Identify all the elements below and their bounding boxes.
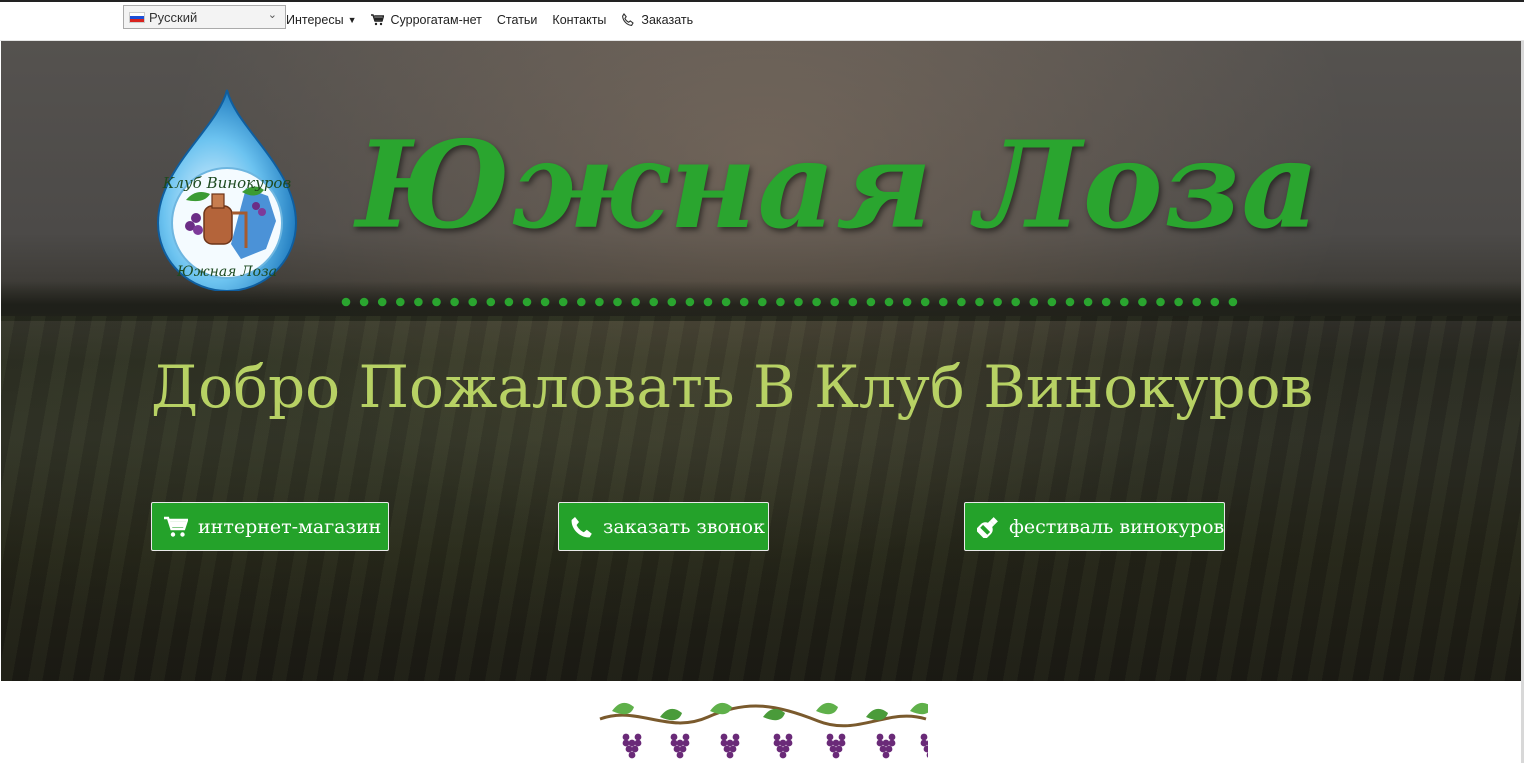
divider-dot [1120, 297, 1129, 307]
online-shop-button[interactable]: интернет-магазин [151, 502, 389, 551]
nav-item-label: Заказать [641, 13, 694, 27]
divider-dot [1047, 297, 1057, 307]
divider-dot [486, 297, 496, 307]
dotted-divider [341, 297, 1238, 307]
vine-leaf [910, 702, 928, 715]
nav-item-label: Интересы [286, 13, 344, 27]
divider-dot [721, 297, 731, 307]
divider-dot [902, 297, 912, 307]
divider-dot [939, 297, 948, 307]
divider-dot [1174, 297, 1183, 307]
nav-item-order[interactable]: Заказать [621, 13, 693, 27]
divider-dot [1138, 297, 1147, 307]
phone-icon [621, 13, 635, 27]
divider-dot [396, 297, 405, 307]
grape-cluster [720, 733, 740, 759]
divider-dot [1065, 297, 1075, 307]
divider-dot [848, 297, 858, 307]
divider-dot [1029, 297, 1039, 307]
divider-dot [667, 297, 677, 307]
divider-dot [703, 297, 713, 307]
divider-dot [522, 297, 532, 307]
welcome-heading: Добро Пожаловать В Клуб Винокуров [151, 353, 1314, 421]
wine-bottle-icon [977, 516, 999, 538]
divider-dot [830, 297, 839, 307]
order-call-label: заказать звонок [603, 515, 765, 538]
chevron-down-icon: ⌄ [267, 9, 277, 21]
divider-dot [993, 297, 1002, 307]
divider-dot [359, 297, 369, 307]
divider-dot [595, 297, 604, 307]
divider-dot [468, 297, 477, 307]
divider-dot [540, 297, 550, 307]
divider-dot [377, 297, 387, 307]
divider-dot [631, 297, 640, 307]
distillers-festival-label: фестиваль винокуров [1009, 515, 1225, 538]
divider-dot [1011, 297, 1020, 307]
divider-dot [558, 297, 568, 307]
grape-cluster [920, 733, 928, 758]
divider-dot [577, 297, 586, 307]
divider-dot [812, 297, 821, 307]
divider-dot [649, 297, 658, 307]
chevron-down-icon: ▼ [347, 15, 357, 25]
top-navbar: Русский ⌄ Интересы ▼ Суррогатам-нет Стат… [0, 0, 1524, 41]
nav-item-label: Контакты [552, 13, 607, 27]
phone-icon [571, 516, 593, 538]
divider-dot [1101, 297, 1111, 307]
divider-dot [776, 297, 785, 307]
divider-dot [866, 297, 876, 307]
logo-top-text: Клуб Винокуров [162, 174, 292, 192]
language-label: Русский [149, 9, 198, 25]
divider-dot [739, 297, 749, 307]
divider-dot [1083, 297, 1093, 307]
divider-dot [685, 297, 695, 307]
vine-leaf [816, 702, 838, 715]
nav-item-surrogates[interactable]: Суррогатам-нет [371, 13, 482, 27]
divider-dot [920, 297, 930, 307]
order-call-button[interactable]: заказать звонок [558, 502, 769, 551]
russia-flag-icon [129, 11, 145, 23]
nav-item-label: Статьи [496, 13, 538, 27]
online-shop-label: интернет-магазин [198, 515, 382, 538]
divider-dot [504, 297, 514, 307]
vine-leaf [660, 708, 682, 721]
divider-dot [341, 297, 351, 307]
divider-dot [794, 297, 803, 307]
grape-cluster [826, 733, 846, 759]
divider-dot [758, 297, 767, 307]
nav-item-contacts[interactable]: Контакты [552, 13, 606, 27]
divider-dot [957, 297, 966, 307]
divider-dot [975, 297, 984, 307]
divider-dot [450, 297, 459, 307]
language-select[interactable]: Русский ⌄ [123, 5, 286, 29]
grape-cluster [773, 733, 793, 759]
nav-item-interests[interactable]: Интересы ▼ [286, 13, 356, 27]
divider-dot [1192, 297, 1201, 307]
brand-title: Южная Лоза [356, 115, 1321, 256]
nav-item-articles[interactable]: Статьи [497, 13, 538, 27]
divider-dot [884, 297, 894, 307]
divider-dot [414, 297, 423, 307]
divider-dot [1156, 297, 1165, 307]
divider-dot [1210, 297, 1220, 307]
distillers-festival-button[interactable]: фестиваль винокуров [964, 502, 1225, 551]
vine-leaf [612, 702, 634, 715]
divider-dot [1228, 297, 1238, 307]
grapevine-ornament [599, 702, 928, 759]
divider-dot [613, 297, 622, 307]
grape-cluster [876, 733, 896, 759]
vine-leaf [710, 702, 732, 715]
divider-dot [432, 297, 441, 307]
club-logo[interactable]: Клуб Винокуров Южная Лоза [156, 88, 298, 291]
grape-cluster [622, 733, 642, 759]
cart-icon [371, 14, 385, 26]
logo-bottom-text: Южная Лоза [176, 264, 277, 280]
hero-section: Клуб Винокуров Южная Лоза Южная Лоза Доб… [1, 41, 1521, 681]
main-menu: Интересы ▼ Суррогатам-нет Статьи Контакт… [286, 13, 708, 27]
grape-cluster [670, 733, 690, 759]
cart-icon [164, 516, 188, 538]
nav-item-label: Суррогатам-нет [390, 13, 482, 27]
